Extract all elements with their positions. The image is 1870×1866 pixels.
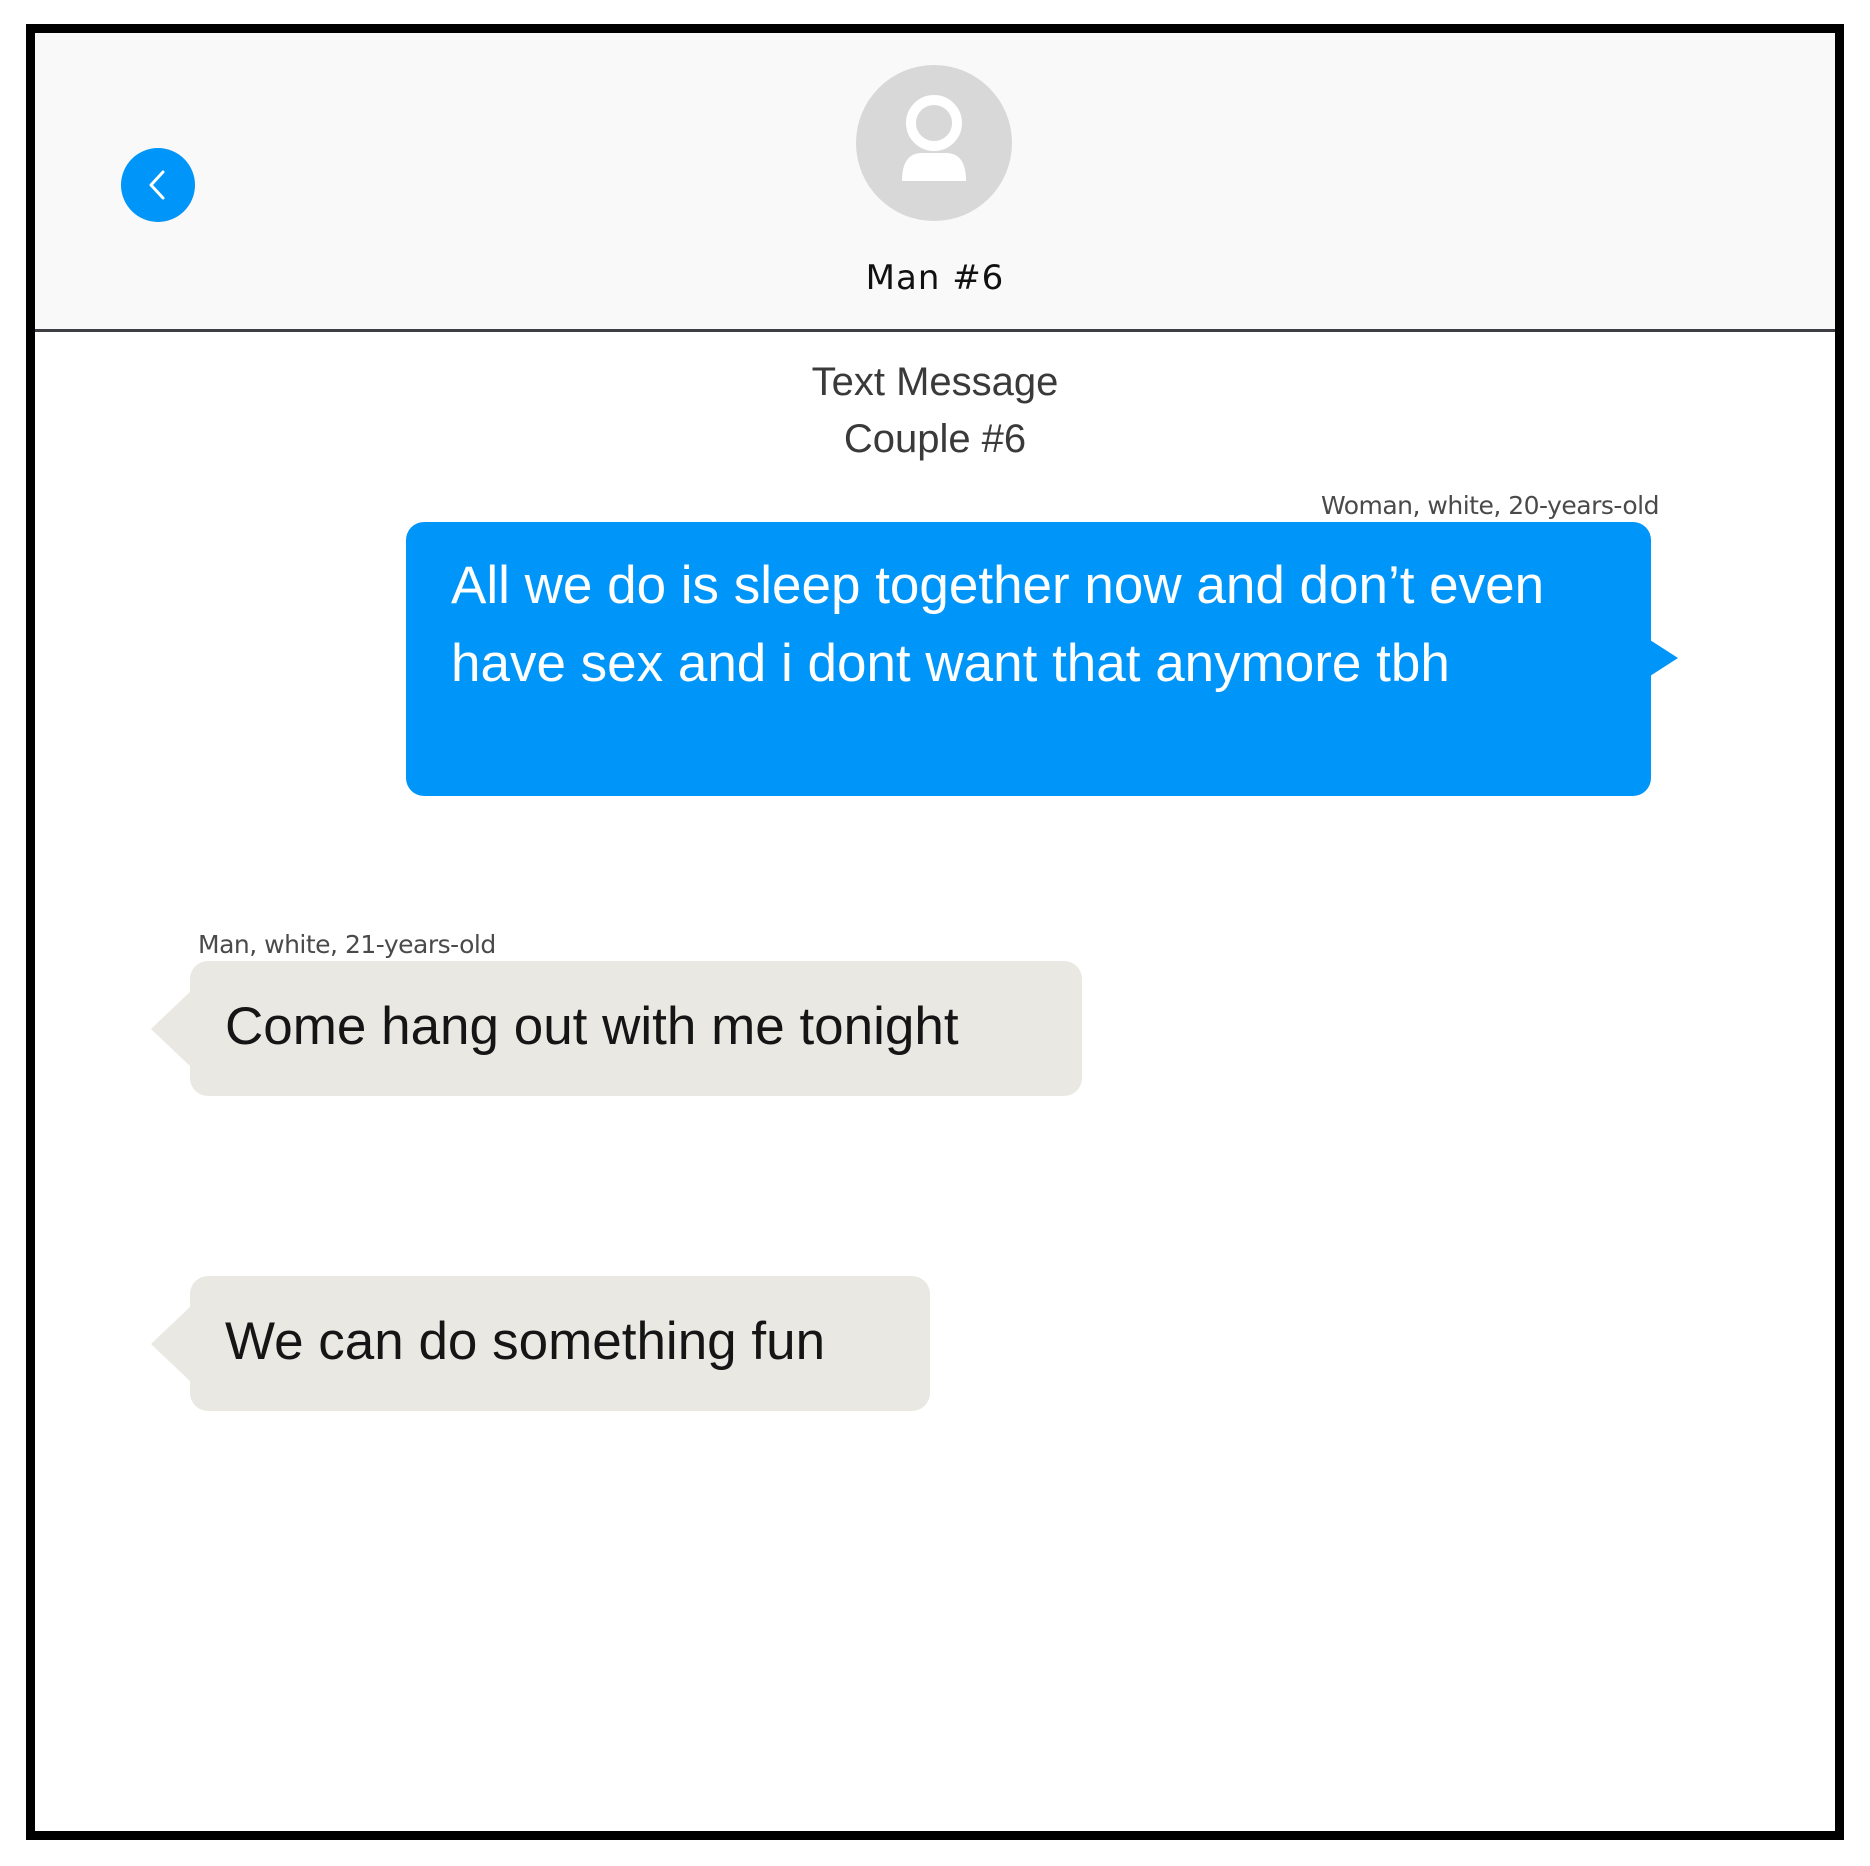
message-text: All we do is sleep together now and don’… xyxy=(451,556,1545,693)
incoming-message-bubble[interactable]: Come hang out with me tonight xyxy=(190,961,1082,1096)
conversation-header: Man #6 xyxy=(35,33,1835,332)
outgoing-message-bubble[interactable]: All we do is sleep together now and don’… xyxy=(406,522,1651,796)
message-sender-label: Woman, white, 20-years-old xyxy=(1320,491,1660,520)
incoming-message-bubble[interactable]: We can do something fun xyxy=(190,1276,930,1411)
avatar[interactable] xyxy=(856,65,1012,221)
bubble-tail xyxy=(151,991,191,1067)
person-icon xyxy=(902,95,966,181)
conversation-frame: Man #6 Text Message Couple #6 Woman, whi… xyxy=(26,24,1844,1840)
message-text: We can do something fun xyxy=(225,1312,826,1371)
chevron-left-icon xyxy=(149,170,165,200)
message-sender-label: Man, white, 21-years-old xyxy=(198,930,496,959)
bubble-tail xyxy=(1650,640,1678,676)
conversation-couple-label: Couple #6 xyxy=(843,417,1027,461)
message-text: Come hang out with me tonight xyxy=(225,997,959,1056)
contact-name: Man #6 xyxy=(865,258,1005,298)
back-button[interactable] xyxy=(121,148,195,222)
bubble-tail xyxy=(151,1306,191,1382)
conversation-type-label: Text Message xyxy=(811,360,1059,404)
